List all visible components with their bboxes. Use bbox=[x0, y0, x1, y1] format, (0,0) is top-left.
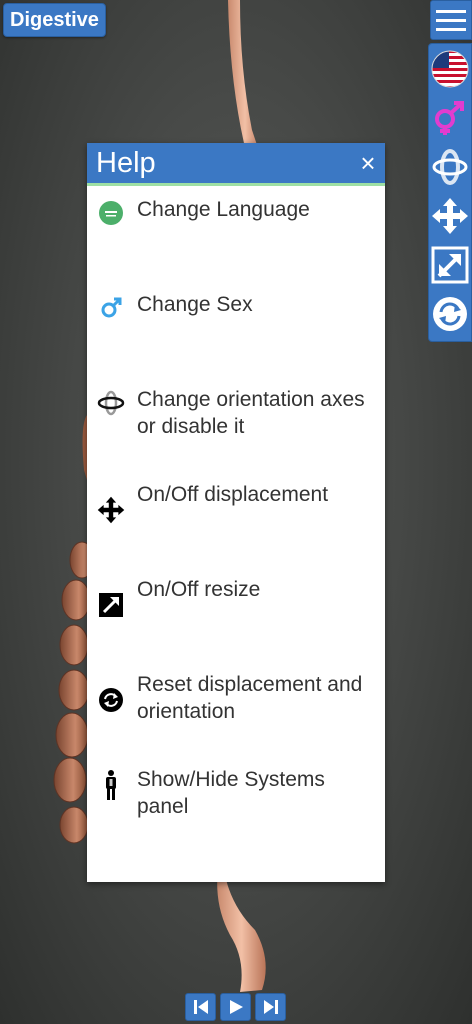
skip-forward-button[interactable] bbox=[255, 993, 286, 1021]
hamburger-menu-button[interactable] bbox=[430, 0, 472, 40]
move-icon bbox=[432, 197, 468, 234]
reset-icon bbox=[97, 686, 125, 714]
male-symbol-icon bbox=[97, 294, 125, 322]
reset-button[interactable] bbox=[429, 289, 471, 338]
skip-forward-icon bbox=[263, 1000, 278, 1014]
language-flag-icon bbox=[97, 199, 125, 227]
language-button[interactable] bbox=[429, 44, 471, 93]
resize-icon bbox=[431, 246, 469, 283]
menu-line bbox=[436, 18, 466, 22]
help-item-text: Change Language bbox=[137, 198, 310, 221]
close-button[interactable]: × bbox=[351, 148, 385, 179]
tool-rail bbox=[428, 43, 472, 342]
sex-toggle-icon bbox=[435, 100, 464, 135]
play-button[interactable] bbox=[220, 993, 251, 1021]
human-figure-icon bbox=[97, 770, 125, 800]
help-dialog: Help × Change Language Change Sex Change… bbox=[87, 143, 385, 882]
move-arrows-icon bbox=[97, 496, 125, 524]
help-item-text: Reset displacement and orientation bbox=[137, 673, 363, 723]
displacement-button[interactable] bbox=[429, 191, 471, 240]
menu-line bbox=[436, 9, 466, 13]
menu-line bbox=[436, 27, 466, 31]
playback-controls bbox=[185, 993, 286, 1021]
help-item-text: Show/Hide Systems panel bbox=[137, 768, 325, 818]
help-header: Help × bbox=[87, 143, 385, 186]
orientation-axes-icon bbox=[97, 389, 125, 417]
resize-arrow-icon bbox=[97, 591, 125, 619]
us-flag-icon bbox=[431, 50, 469, 87]
help-item-text: Change orientation axes or disable it bbox=[137, 388, 365, 438]
help-item-text: On/Off resize bbox=[137, 578, 261, 601]
skip-back-icon bbox=[193, 1000, 208, 1014]
sex-toggle-button[interactable] bbox=[429, 93, 471, 142]
reset-icon bbox=[433, 296, 467, 331]
help-item-text: Change Sex bbox=[137, 293, 253, 316]
skip-back-button[interactable] bbox=[185, 993, 216, 1021]
play-icon bbox=[229, 1000, 243, 1014]
system-badge[interactable]: Digestive bbox=[3, 3, 106, 37]
help-item-text: On/Off displacement bbox=[137, 483, 329, 506]
resize-button[interactable] bbox=[429, 240, 471, 289]
help-title: Help bbox=[96, 146, 156, 179]
orientation-axes-button[interactable] bbox=[429, 142, 471, 191]
rotate-axes-icon bbox=[432, 148, 468, 185]
